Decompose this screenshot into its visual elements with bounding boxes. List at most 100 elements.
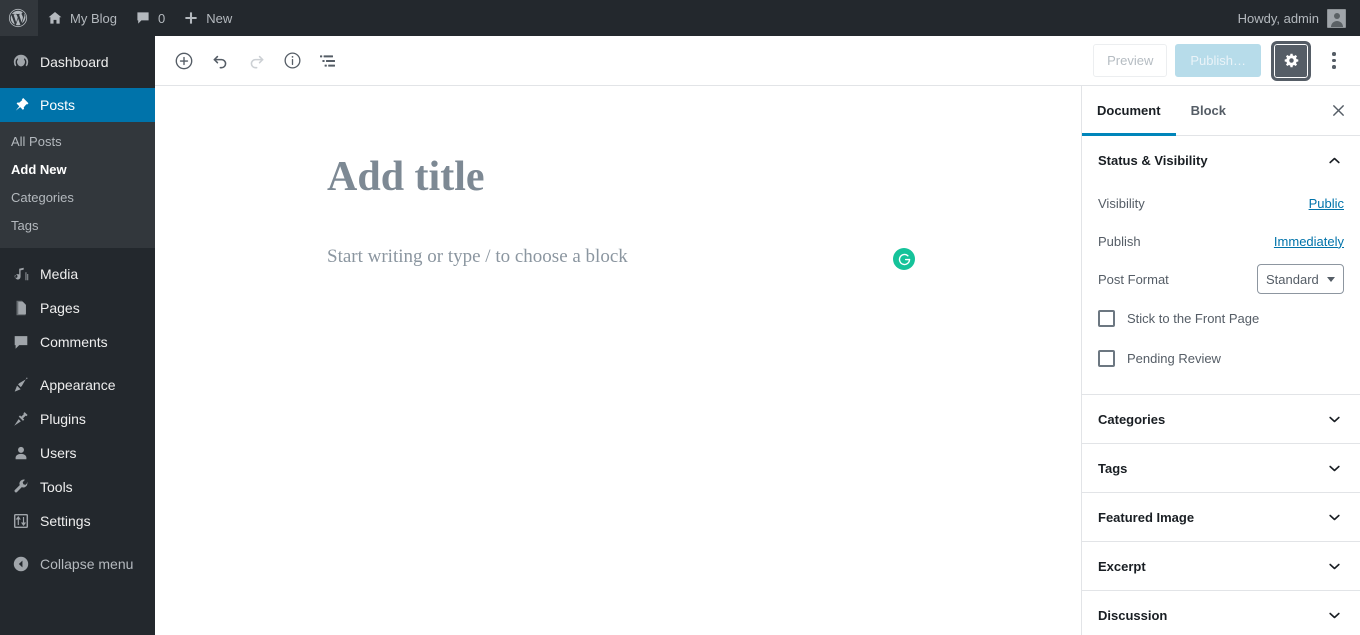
pending-review-checkbox[interactable] <box>1098 349 1115 367</box>
row-sticky[interactable]: Stick to the Front Page <box>1098 298 1344 338</box>
plug-icon <box>11 409 31 429</box>
sidebar-item-label: Settings <box>40 513 91 529</box>
sidebar-item-users[interactable]: Users <box>0 436 155 470</box>
settings-toggle-button[interactable] <box>1273 42 1309 79</box>
collapse-menu-button[interactable]: Collapse menu <box>0 547 155 581</box>
admin-sidebar-menu: Dashboard Posts All Posts Add New Catego… <box>0 36 155 635</box>
publish-date-label: Publish <box>1098 233 1141 249</box>
sidebar-subitem-add-new[interactable]: Add New <box>0 156 155 184</box>
panel-tags-header[interactable]: Tags <box>1082 444 1360 492</box>
publish-date-value-button[interactable]: Immediately <box>1274 234 1344 249</box>
panel-featured-image-header[interactable]: Featured Image <box>1082 493 1360 541</box>
sticky-label: Stick to the Front Page <box>1127 310 1260 326</box>
chevron-down-icon <box>1325 459 1344 478</box>
menu-spacer-top <box>0 36 155 45</box>
panel-excerpt-header[interactable]: Excerpt <box>1082 542 1360 590</box>
row-visibility: Visibility Public <box>1098 184 1344 222</box>
sticky-checkbox[interactable] <box>1098 309 1115 327</box>
panel-status-visibility-header[interactable]: Status & Visibility <box>1082 136 1360 184</box>
panel-title: Featured Image <box>1098 509 1195 525</box>
site-name-label: My Blog <box>70 10 117 26</box>
post-title-input[interactable]: Add title <box>327 153 937 201</box>
editor-toolbar-left <box>166 43 346 79</box>
my-account-menu[interactable]: Howdy, admin <box>1228 0 1360 36</box>
sliders-icon <box>11 511 31 531</box>
plus-icon <box>183 10 199 26</box>
panel-title: Tags <box>1098 460 1128 476</box>
preview-button[interactable]: Preview <box>1093 44 1168 77</box>
paintbrush-icon <box>11 375 31 395</box>
kebab-menu-icon <box>1332 65 1336 69</box>
comments-menu[interactable]: 0 <box>126 0 174 36</box>
sidebar-item-posts[interactable]: Posts <box>0 88 155 122</box>
close-sidebar-button[interactable] <box>1316 86 1360 135</box>
site-name-menu[interactable]: My Blog <box>38 0 126 36</box>
list-view-button[interactable] <box>310 43 346 79</box>
sidebar-item-settings[interactable]: Settings <box>0 504 155 538</box>
new-content-menu[interactable]: New <box>174 0 241 36</box>
admin-bar-spacer <box>241 0 1227 36</box>
info-circle-icon <box>282 50 303 71</box>
post-format-select[interactable]: Standard <box>1257 264 1344 294</box>
chevron-down-icon <box>1325 508 1344 527</box>
block-editor: Preview Publish… Add title Start writing… <box>155 36 1360 635</box>
posts-submenu: All Posts Add New Categories Tags <box>0 122 155 248</box>
panel-categories-header[interactable]: Categories <box>1082 395 1360 443</box>
more-menu-button[interactable] <box>1319 43 1349 79</box>
sidebar-item-plugins[interactable]: Plugins <box>0 402 155 436</box>
chevron-down-icon <box>1325 606 1344 625</box>
content-info-button[interactable] <box>274 43 310 79</box>
sidebar-item-tools[interactable]: Tools <box>0 470 155 504</box>
panel-status-visibility: Status & Visibility Visibility Public Pu… <box>1082 136 1360 395</box>
default-paragraph-block[interactable]: Start writing or type / to choose a bloc… <box>327 243 967 272</box>
redo-arrow-icon <box>246 50 267 71</box>
sidebar-subitem-tags[interactable]: Tags <box>0 212 155 240</box>
new-content-label: New <box>206 10 233 26</box>
menu-spacer-3 <box>0 359 155 368</box>
wordpress-logo-button[interactable] <box>0 0 38 36</box>
sidebar-subitem-all-posts[interactable]: All Posts <box>0 128 155 156</box>
tab-document[interactable]: Document <box>1082 86 1176 136</box>
undo-button[interactable] <box>202 43 238 79</box>
sidebar-item-label: Media <box>40 266 79 282</box>
sidebar-item-label: Dashboard <box>40 54 109 70</box>
sidebar-item-pages[interactable]: Pages <box>0 291 155 325</box>
tab-block[interactable]: Block <box>1176 86 1241 135</box>
panel-discussion-header[interactable]: Discussion <box>1082 591 1360 635</box>
sidebar-item-appearance[interactable]: Appearance <box>0 368 155 402</box>
editor-canvas: Add title Start writing or type / to cho… <box>155 86 1081 635</box>
chevron-down-icon <box>1325 557 1344 576</box>
panel-title: Categories <box>1098 411 1166 427</box>
admin-bar: My Blog 0 New Howdy, admin <box>0 0 1360 36</box>
sidebar-item-label: Appearance <box>40 377 116 393</box>
pending-review-label: Pending Review <box>1127 350 1221 366</box>
panel-excerpt: Excerpt <box>1082 542 1360 591</box>
settings-sidebar-tabs: Document Block <box>1082 86 1360 136</box>
pages-icon <box>11 298 31 318</box>
collapse-arrow-icon <box>11 554 31 574</box>
sidebar-item-media[interactable]: Media <box>0 257 155 291</box>
wordpress-logo-icon <box>8 8 28 28</box>
sidebar-subitem-categories[interactable]: Categories <box>0 184 155 212</box>
sidebar-item-label: Tools <box>40 479 73 495</box>
user-avatar-icon <box>1327 8 1346 28</box>
sidebar-item-label: Posts <box>40 97 76 113</box>
visibility-value-button[interactable]: Public <box>1309 196 1344 211</box>
publish-button[interactable]: Publish… <box>1175 44 1261 77</box>
sidebar-item-label: Comments <box>40 334 108 350</box>
redo-button[interactable] <box>238 43 274 79</box>
editor-toolbar: Preview Publish… <box>155 36 1360 86</box>
close-x-icon <box>1330 102 1347 119</box>
panel-title: Discussion <box>1098 607 1168 623</box>
editor-toolbar-right: Preview Publish… <box>1093 42 1349 79</box>
grammarly-g-icon[interactable] <box>893 248 915 270</box>
row-pending-review[interactable]: Pending Review <box>1098 338 1344 378</box>
add-block-button[interactable] <box>166 43 202 79</box>
chevron-down-icon <box>1325 410 1344 429</box>
sidebar-item-comments[interactable]: Comments <box>0 325 155 359</box>
panel-status-visibility-body: Visibility Public Publish Immediately Po… <box>1082 184 1360 394</box>
sidebar-item-dashboard[interactable]: Dashboard <box>0 45 155 79</box>
panel-featured-image: Featured Image <box>1082 493 1360 542</box>
kebab-menu-icon <box>1332 52 1336 56</box>
chevron-up-icon <box>1325 151 1344 170</box>
